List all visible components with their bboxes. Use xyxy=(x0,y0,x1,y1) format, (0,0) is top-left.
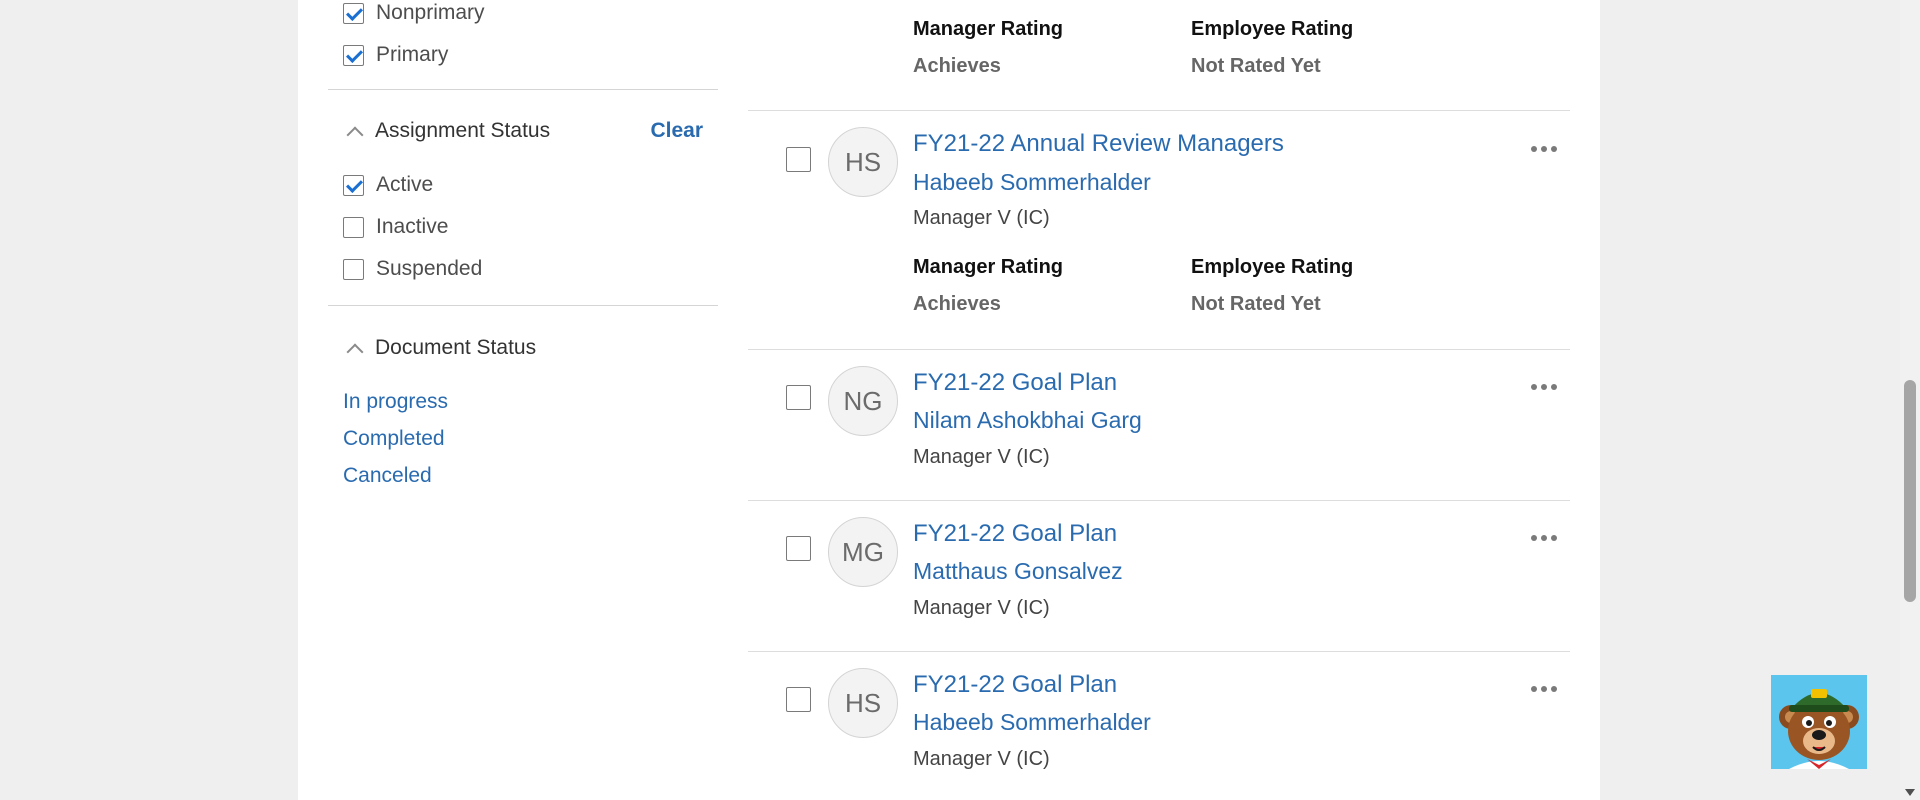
filter-primary[interactable]: Primary xyxy=(343,40,448,70)
chevron-up-icon[interactable] xyxy=(346,126,364,144)
job-title: Manager V (IC) xyxy=(913,748,1050,770)
checkbox-checked-icon[interactable] xyxy=(343,44,364,66)
section-title: Document Status xyxy=(375,336,537,359)
row-checkbox[interactable] xyxy=(786,385,811,410)
checkbox-checked-icon[interactable] xyxy=(343,2,364,24)
assignment-status-header[interactable]: Assignment Status xyxy=(343,116,550,146)
employee-rating-value: Not Rated Yet xyxy=(1191,293,1321,315)
row-checkbox[interactable] xyxy=(786,536,811,561)
employee-rating-label: Employee Rating xyxy=(1191,18,1354,40)
filter-label: Suspended xyxy=(376,257,483,280)
doc-status-canceled[interactable]: Canceled xyxy=(343,464,432,488)
avatar-initials: MG xyxy=(842,536,884,567)
employee-name-link[interactable]: Matthaus Gonsalvez xyxy=(913,558,1123,585)
divider xyxy=(328,305,718,306)
employee-rating-label: Employee Rating xyxy=(1191,256,1354,278)
row-divider xyxy=(748,651,1570,652)
employee-name-link[interactable]: Habeeb Sommerhalder xyxy=(913,709,1151,736)
filter-label: Active xyxy=(376,173,434,196)
avatar-initials: NG xyxy=(843,385,883,416)
employee-name-link[interactable]: Habeeb Sommerhalder xyxy=(913,169,1151,196)
avatar-initials: HS xyxy=(844,146,882,177)
vertical-scrollbar[interactable] xyxy=(1900,0,1920,800)
manager-rating-value: Achieves xyxy=(913,55,1001,77)
row-divider xyxy=(748,349,1570,350)
filter-nonprimary[interactable]: Nonprimary xyxy=(343,0,485,28)
job-title: Manager V (IC) xyxy=(913,597,1050,619)
row-divider xyxy=(748,500,1570,501)
scrollbar-thumb[interactable] xyxy=(1904,380,1916,602)
checkbox-checked-icon[interactable] xyxy=(343,174,364,196)
document-status-header[interactable]: Document Status xyxy=(343,333,536,363)
row-checkbox[interactable] xyxy=(786,147,811,172)
document-title-link[interactable]: FY21-22 Annual Review Managers xyxy=(913,130,1284,158)
doc-status-in-progress[interactable]: In progress xyxy=(343,390,448,414)
filter-inactive[interactable]: Inactive xyxy=(343,212,448,242)
checkbox-icon[interactable] xyxy=(343,216,364,238)
job-title: Manager V (IC) xyxy=(913,446,1050,468)
document-title-link[interactable]: FY21-22 Goal Plan xyxy=(913,369,1117,397)
employee-rating-value: Not Rated Yet xyxy=(1191,55,1321,77)
manager-rating-label: Manager Rating xyxy=(913,256,1064,278)
filter-suspended[interactable]: Suspended xyxy=(343,254,482,284)
filter-label: Primary xyxy=(376,43,449,66)
avatar: HS xyxy=(828,127,898,197)
avatar: NG xyxy=(828,366,898,436)
filter-label: Inactive xyxy=(376,215,449,238)
more-actions-icon[interactable] xyxy=(1531,383,1557,391)
checkbox-icon[interactable] xyxy=(343,258,364,280)
page-content: Nonprimary Primary Assignment Status Cle… xyxy=(298,0,1600,800)
row-checkbox[interactable] xyxy=(786,687,811,712)
more-actions-icon[interactable] xyxy=(1531,534,1557,542)
chevron-up-icon[interactable] xyxy=(346,343,364,361)
employee-name-link[interactable]: Nilam Ashokbhai Garg xyxy=(913,407,1142,434)
document-title-link[interactable]: FY21-22 Goal Plan xyxy=(913,520,1117,548)
job-title: Manager V (IC) xyxy=(913,207,1050,229)
help-assistant-bear-icon[interactable] xyxy=(1771,675,1867,769)
section-title: Assignment Status xyxy=(375,119,551,142)
manager-rating-value: Achieves xyxy=(913,293,1001,315)
filter-label: Nonprimary xyxy=(376,1,485,24)
document-title-link[interactable]: FY21-22 Goal Plan xyxy=(913,671,1117,699)
filter-active[interactable]: Active xyxy=(343,170,433,200)
doc-status-completed[interactable]: Completed xyxy=(343,427,445,451)
avatar: MG xyxy=(828,517,898,587)
row-divider xyxy=(748,110,1570,111)
avatar-initials: HS xyxy=(844,687,882,718)
clear-link[interactable]: Clear xyxy=(650,119,703,143)
avatar: HS xyxy=(828,668,898,738)
divider xyxy=(328,89,718,90)
more-actions-icon[interactable] xyxy=(1531,145,1557,153)
more-actions-icon[interactable] xyxy=(1531,685,1557,693)
scroll-down-arrow-icon[interactable] xyxy=(1905,789,1915,796)
manager-rating-label: Manager Rating xyxy=(913,18,1064,40)
